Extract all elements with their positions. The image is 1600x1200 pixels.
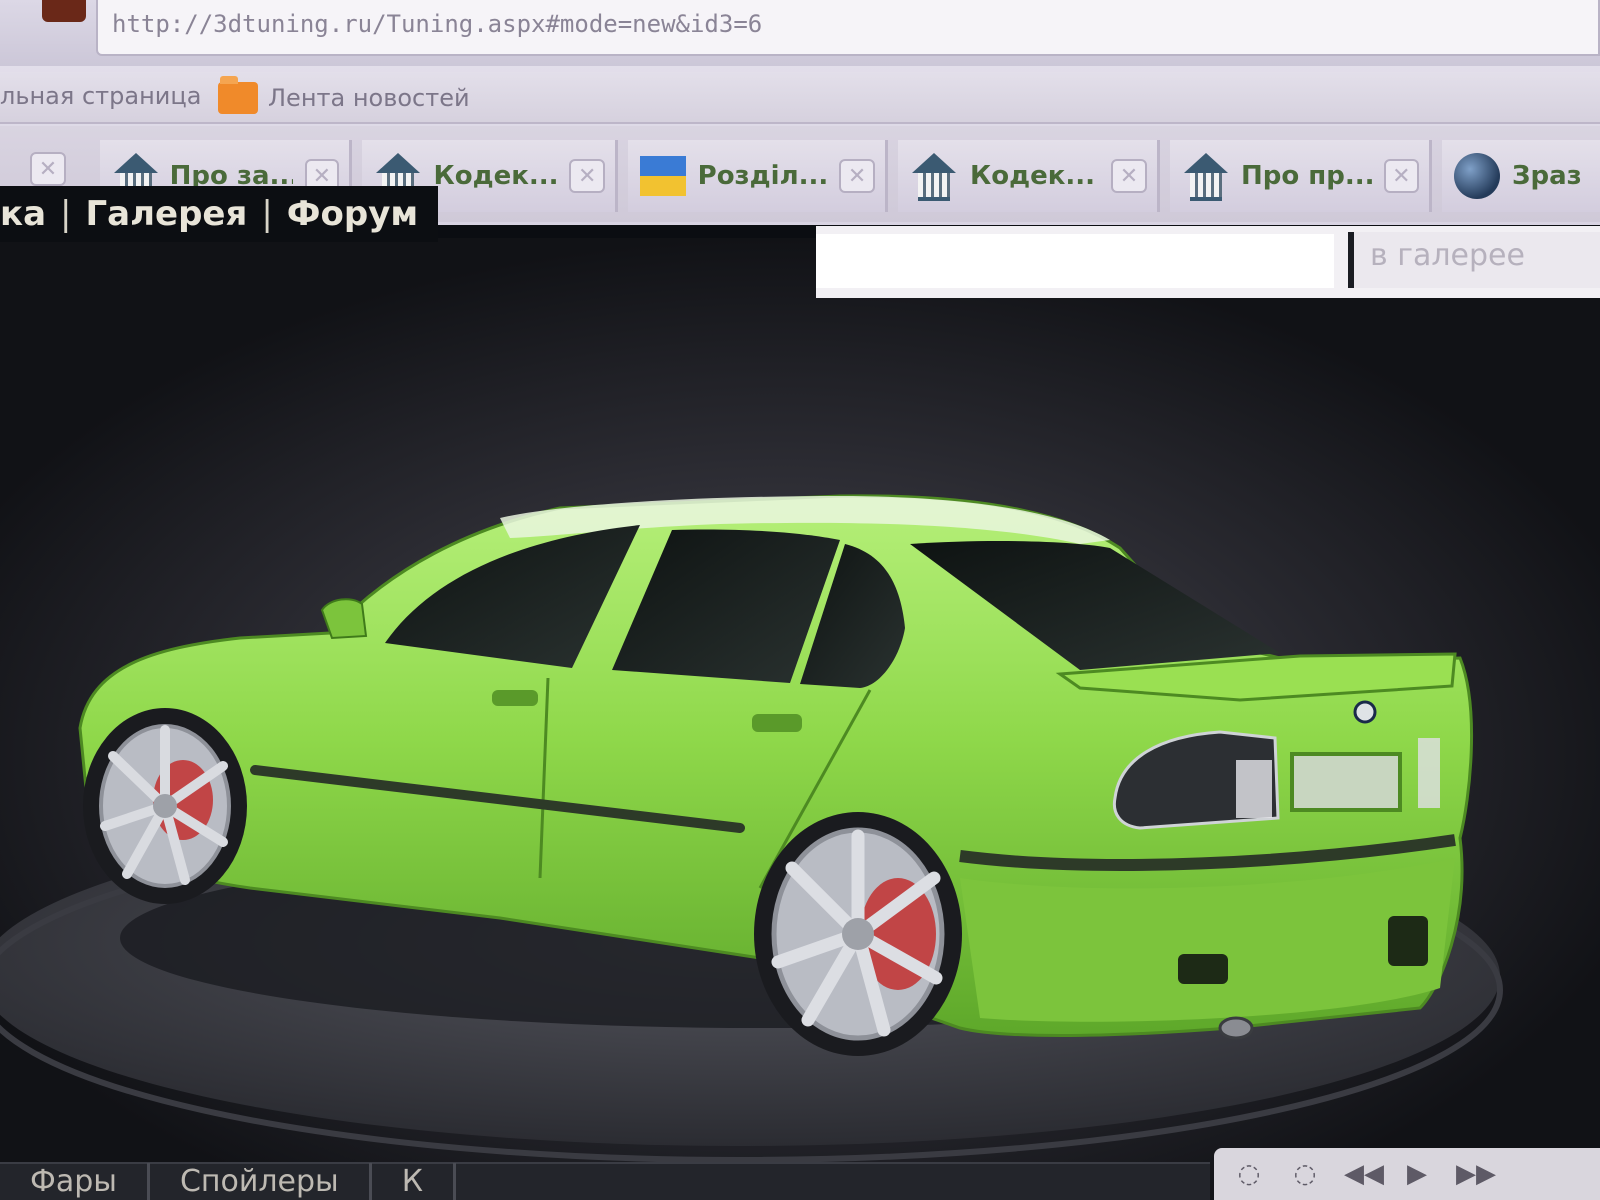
rewind-icon[interactable]: ◀◀	[1344, 1159, 1384, 1189]
tab-close-icon[interactable]: ✕	[30, 152, 66, 186]
folder-icon	[218, 76, 258, 114]
tab-close-icon[interactable]: ✕	[1383, 159, 1419, 193]
tab-label: Кодек...	[970, 161, 1096, 191]
bookmark-label: Лента новостей	[268, 84, 470, 112]
bookmark-news-feed[interactable]: Лента новостей	[218, 76, 470, 114]
car-render	[0, 494, 1503, 1163]
nav-separator: |	[261, 194, 273, 234]
house-icon	[1182, 153, 1229, 201]
nav-link-gallery[interactable]: Галерея	[86, 194, 248, 234]
tab-close-icon[interactable]: ✕	[569, 159, 606, 193]
tuning-parts-menu: Фары Спойлеры К	[0, 1162, 1210, 1200]
search-area: в галерее	[816, 226, 1600, 298]
tab-close-icon[interactable]: ✕	[1111, 159, 1147, 193]
exhaust-pipe	[1218, 1016, 1254, 1040]
fast-forward-icon[interactable]: ▶▶	[1456, 1159, 1496, 1189]
front-wheel	[83, 708, 247, 904]
address-bar[interactable]: http://3dtuning.ru/Tuning.aspx#mode=new&…	[96, 0, 1600, 56]
bumper-vent	[1178, 954, 1228, 984]
play-icon[interactable]: ▶	[1400, 1159, 1434, 1189]
rear-wheel	[754, 812, 962, 1056]
menu-item-headlights[interactable]: Фары	[0, 1163, 150, 1200]
license-plate	[1290, 752, 1402, 812]
menu-item-spoilers[interactable]: Спойлеры	[150, 1163, 372, 1200]
bookmark-label: льная страница	[0, 82, 202, 110]
site-favicon-icon	[42, 0, 86, 22]
address-url: http://3dtuning.ru/Tuning.aspx#mode=new&…	[112, 10, 763, 38]
door-handle	[492, 690, 538, 706]
view-controls: ◌ ◌ ◀◀ ▶ ▶▶	[1214, 1148, 1600, 1200]
tail-light-right	[1418, 738, 1440, 808]
tab-label: Кодек...	[433, 161, 558, 191]
rotate-left-icon[interactable]: ◌	[1232, 1159, 1266, 1189]
search-scope-label[interactable]: в галерее	[1348, 232, 1600, 288]
bmw-badge-icon	[1353, 700, 1377, 724]
tab-label: Про пр...	[1240, 161, 1372, 191]
site-nav: ка | Галерея | Форум	[0, 186, 439, 242]
tuning-3d-viewport[interactable]	[0, 238, 1600, 1200]
tab-kodek-2[interactable]: Кодек... ✕	[898, 140, 1160, 212]
tab-label: Зраз	[1512, 161, 1582, 191]
tab-rozdil[interactable]: Розділ... ✕	[628, 140, 888, 212]
tab-pro-pr[interactable]: Про пр... ✕	[1170, 140, 1432, 212]
house-icon	[910, 153, 958, 201]
flag-icon	[640, 156, 686, 196]
nav-link-home[interactable]: ка	[0, 194, 46, 234]
tail-light-reflector	[1236, 760, 1272, 818]
address-row: http://3dtuning.ru/Tuning.aspx#mode=new&…	[0, 0, 1600, 66]
tab-zraz[interactable]: Зраз	[1442, 140, 1600, 212]
door-handle	[752, 714, 802, 732]
gallery-search-input[interactable]	[816, 234, 1334, 288]
tab-close-icon[interactable]: ✕	[839, 159, 875, 193]
bumper-vent	[1388, 916, 1428, 966]
bookmark-home-page[interactable]: льная страница	[0, 82, 201, 110]
nav-link-forum[interactable]: Форум	[287, 194, 418, 234]
tab-label: Розділ...	[697, 161, 828, 191]
nav-separator: |	[60, 194, 72, 234]
bookmarks-bar: льная страница Лента новостей	[0, 72, 1600, 124]
rotate-right-icon[interactable]: ◌	[1288, 1159, 1322, 1189]
menu-item-more[interactable]: К	[372, 1163, 457, 1200]
globe-icon	[1454, 153, 1500, 199]
